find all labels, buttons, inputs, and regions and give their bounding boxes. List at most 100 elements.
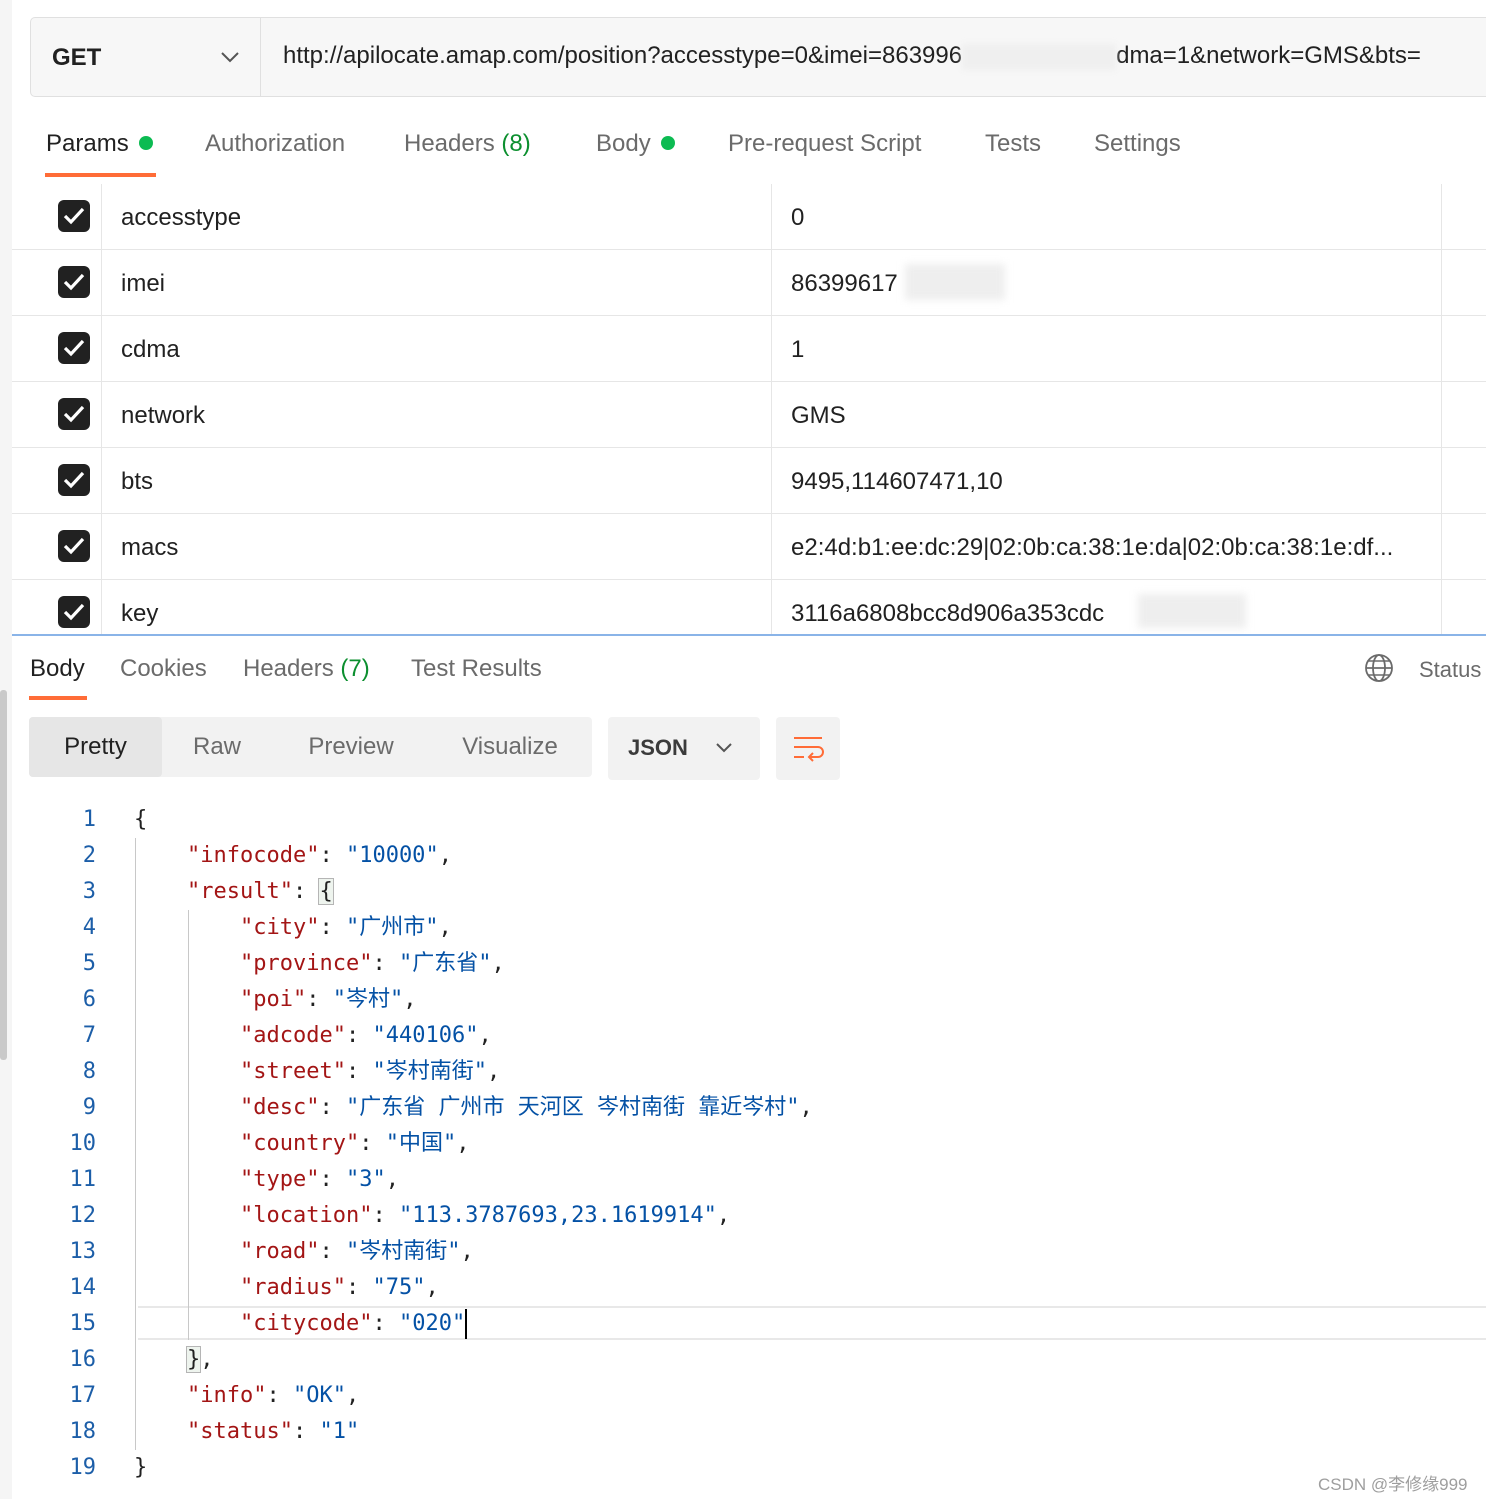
param-row: cdma 1 [12,316,1486,382]
line-number: 5 [82,951,96,976]
code-text: "city": "广州市", [240,915,452,940]
line-number: 15 [69,1311,97,1336]
tab-headers-count: (8) [501,130,531,157]
param-checkbox[interactable] [58,200,90,232]
line-number: 3 [82,879,96,904]
code-text: }, [185,1346,214,1373]
param-key[interactable]: cdma [121,336,180,364]
param-checkbox[interactable] [58,596,90,628]
param-value[interactable]: 9495,114607471,10 [791,468,1003,496]
tab-pre-request-label: Pre-request Script [728,130,922,157]
code-text: { [134,807,148,832]
param-checkbox[interactable] [58,266,90,298]
status-label: Status [1419,657,1482,682]
tab-test-results-label: Test Results [411,655,542,682]
tab-test-results[interactable]: Test Results [411,655,542,683]
line-number: 7 [82,1023,96,1048]
code-text: } [134,1455,148,1480]
method-dropdown[interactable]: GET [31,18,261,96]
code-text: "info": "OK", [187,1383,360,1408]
param-row: network GMS [12,382,1486,448]
param-key[interactable]: accesstype [121,204,241,232]
tab-authorization-label: Authorization [205,130,346,157]
param-key[interactable]: network [121,402,205,430]
code-line: 19} [0,1450,1486,1486]
param-key[interactable]: bts [121,468,153,496]
tab-body[interactable]: Body [596,130,675,158]
param-key[interactable]: macs [121,534,178,562]
param-checkbox[interactable] [58,464,90,496]
tab-headers-label: Headers [404,130,495,157]
code-line: 17 "info": "OK", [0,1378,1486,1414]
code-text: "status": "1" [187,1419,360,1444]
view-mode-group: Pretty Raw Preview Visualize [29,717,592,777]
code-text: "road": "岑村南街", [240,1239,474,1264]
param-row: imei 86399617 [12,250,1486,316]
param-value[interactable]: e2:4d:b1:ee:dc:29|02:0b:ca:38:1e:da|02:0… [791,534,1393,562]
pane-resize-divider[interactable] [12,634,1486,636]
tab-tests[interactable]: Tests [985,130,1041,158]
code-text: "result": { [187,878,334,905]
url-separator [260,18,261,96]
code-text: "adcode": "440106", [240,1023,492,1048]
request-tabs: Params Authorization Headers (8) Body Pr… [0,120,1486,180]
tab-params-label: Params [46,130,129,157]
url-prefix: http://apilocate.amap.com/position?acces… [283,42,963,69]
params-table: accesstype 0 imei 86399617 cdma 1 networ… [12,184,1486,634]
tab-response-body[interactable]: Body [30,655,85,683]
tab-pre-request-script[interactable]: Pre-request Script [728,130,921,158]
response-tabs: Body Cookies Headers (7) Test Results [0,650,1486,700]
param-value[interactable]: 0 [791,204,804,232]
chevron-down-icon [716,743,732,753]
code-line: 18 "status": "1" [0,1414,1486,1450]
mode-preview[interactable]: Preview [291,717,411,777]
code-text: "infocode": "10000", [187,843,452,868]
active-tab-underline [45,173,156,177]
url-input[interactable]: http://apilocate.amap.com/position?acces… [283,42,1421,70]
globe-icon[interactable] [1364,653,1394,683]
code-line: 1{ [0,802,1486,838]
text-cursor [465,1309,468,1339]
param-value[interactable]: 86399617 [791,270,898,298]
param-row: macs e2:4d:b1:ee:dc:29|02:0b:ca:38:1e:da… [12,514,1486,580]
line-number: 17 [69,1383,97,1408]
tab-settings[interactable]: Settings [1094,130,1181,158]
param-checkbox[interactable] [58,332,90,364]
matching-bracket: { [318,878,334,905]
code-line: 5 "province": "广东省", [0,946,1486,982]
line-number: 8 [82,1059,96,1084]
code-line: 16}, [0,1342,1486,1378]
tab-authorization[interactable]: Authorization [205,130,345,158]
mode-pretty[interactable]: Pretty [29,717,162,777]
param-checkbox[interactable] [58,530,90,562]
param-value[interactable]: 1 [791,336,804,364]
wrap-lines-button[interactable] [776,717,840,780]
param-value[interactable]: GMS [791,402,846,430]
param-key[interactable]: key [121,600,158,628]
mode-raw[interactable]: Raw [171,717,263,777]
tab-cookies[interactable]: Cookies [120,655,207,683]
code-line: 4 "city": "广州市", [0,910,1486,946]
param-row: bts 9495,114607471,10 [12,448,1486,514]
param-checkbox[interactable] [58,398,90,430]
mode-visualize[interactable]: Visualize [447,717,573,777]
chevron-down-icon [221,52,239,63]
line-number: 14 [69,1275,97,1300]
code-text: "province": "广东省", [240,951,505,976]
checkmark-icon [63,207,85,225]
param-value[interactable]: 3116a6808bcc8d906a353cdc [791,600,1104,628]
line-number: 13 [69,1239,97,1264]
format-label: JSON [628,735,688,760]
checkmark-icon [63,471,85,489]
code-line: 7 "adcode": "440106", [0,1018,1486,1054]
code-line: 12 "location": "113.3787693,23.1619914", [0,1198,1486,1234]
code-line: 2 "infocode": "10000", [0,838,1486,874]
format-dropdown[interactable]: JSON [608,717,760,780]
tab-params[interactable]: Params [46,130,153,158]
line-number: 12 [69,1203,97,1228]
param-key[interactable]: imei [121,270,165,298]
tab-headers[interactable]: Headers (8) [404,130,531,158]
tab-settings-label: Settings [1094,130,1181,157]
tab-response-headers[interactable]: Headers (7) [243,655,370,683]
response-code-viewer[interactable]: 1{ 2 "infocode": "10000", 3 "result": { 4 "… [0,800,1486,1490]
